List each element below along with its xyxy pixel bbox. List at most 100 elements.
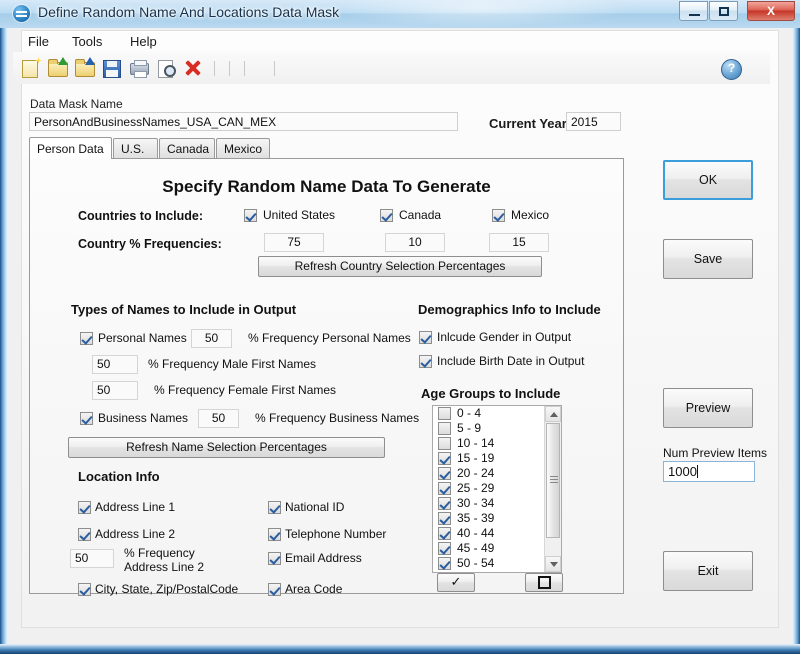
menu-item-tools[interactable]: Tools — [65, 32, 109, 51]
tab-canada[interactable]: Canada — [159, 138, 215, 159]
save-as-folder-icon[interactable] — [75, 57, 95, 77]
age-group-checkbox[interactable] — [438, 497, 451, 510]
minimize-button[interactable] — [679, 1, 708, 21]
list-item[interactable]: 40 - 44 — [433, 526, 561, 541]
age-group-checkbox[interactable] — [438, 467, 451, 480]
list-item[interactable]: 50 - 54 — [433, 556, 561, 571]
new-document-icon[interactable] — [21, 57, 42, 78]
country-pct-mexico[interactable]: 15 — [489, 233, 549, 252]
age-group-label: 20 - 24 — [457, 466, 495, 480]
list-item[interactable]: 45 - 49 — [433, 541, 561, 556]
num-preview-items-input[interactable]: 1000 — [663, 461, 755, 482]
preview-button[interactable]: Preview — [663, 388, 753, 428]
print-icon[interactable] — [129, 59, 149, 78]
refresh-country-percentages-button[interactable]: Refresh Country Selection Percentages — [258, 256, 542, 277]
location-info-heading: Location Info — [78, 469, 160, 484]
countries-to-include-label: Countries to Include: — [78, 209, 203, 223]
checkbox-united-states-label: United States — [263, 208, 336, 222]
refresh-name-percentages-button[interactable]: Refresh Name Selection Percentages — [68, 437, 385, 458]
current-year-input[interactable]: 2015 — [566, 112, 621, 131]
delete-icon[interactable] — [183, 59, 202, 77]
print-preview-icon[interactable] — [156, 59, 176, 78]
maximize-button[interactable] — [709, 1, 738, 21]
checkbox-email-address[interactable] — [268, 552, 281, 565]
age-group-label: 35 - 39 — [457, 511, 495, 525]
age-group-checkbox[interactable] — [438, 422, 451, 435]
list-item[interactable]: 5 - 9 — [433, 421, 561, 436]
age-group-checkbox[interactable] — [438, 437, 451, 450]
save-button[interactable]: Save — [663, 239, 753, 279]
list-item[interactable]: 10 - 14 — [433, 436, 561, 451]
female-first-names-pct-label: % Frequency Female First Names — [154, 383, 337, 397]
checkbox-business-names[interactable] — [80, 412, 93, 425]
exit-button[interactable]: Exit — [663, 551, 753, 591]
age-group-checkbox[interactable] — [438, 542, 451, 555]
list-item[interactable]: 20 - 24 — [433, 466, 561, 481]
age-group-checkbox[interactable] — [438, 557, 451, 570]
list-item[interactable]: 30 - 34 — [433, 496, 561, 511]
window-frame-right — [792, 0, 800, 654]
age-group-label: 40 - 44 — [457, 526, 495, 540]
age-group-checkbox[interactable] — [438, 407, 451, 420]
close-button[interactable]: X — [747, 1, 795, 21]
maximize-icon — [719, 7, 729, 16]
tab-us[interactable]: U.S. — [113, 138, 158, 159]
age-group-checkbox[interactable] — [438, 527, 451, 540]
age-group-label: 15 - 19 — [457, 451, 495, 465]
open-folder-icon[interactable] — [48, 57, 68, 77]
checkbox-include-birth-date-label: Include Birth Date in Output — [437, 354, 585, 368]
menu-item-file[interactable]: File — [21, 32, 56, 51]
checkbox-area-code[interactable] — [268, 583, 281, 596]
list-item[interactable]: 0 - 4 — [433, 406, 561, 421]
checkbox-include-birth-date[interactable] — [419, 355, 432, 368]
female-first-names-pct-input[interactable]: 50 — [92, 381, 138, 400]
deselect-all-age-groups-button[interactable] — [525, 573, 563, 592]
list-item[interactable]: 15 - 19 — [433, 451, 561, 466]
demographics-heading: Demographics Info to Include — [418, 302, 601, 317]
save-floppy-icon[interactable] — [102, 59, 121, 78]
checkbox-address-line-1[interactable] — [78, 501, 91, 514]
ok-button[interactable]: OK — [663, 160, 753, 200]
checkbox-personal-names[interactable] — [80, 332, 93, 345]
country-pct-canada[interactable]: 10 — [385, 233, 445, 252]
age-group-checkbox[interactable] — [438, 482, 451, 495]
age-group-checkbox[interactable] — [438, 512, 451, 525]
data-mask-name-input[interactable]: PersonAndBusinessNames_USA_CAN_MEX — [29, 112, 458, 131]
toolbar-separator — [214, 61, 215, 76]
tab-mexico[interactable]: Mexico — [216, 138, 270, 159]
personal-names-pct-label: % Frequency Personal Names — [248, 331, 411, 345]
list-item[interactable]: 35 - 39 — [433, 511, 561, 526]
age-group-checkbox[interactable] — [438, 452, 451, 465]
checkbox-include-gender[interactable] — [419, 331, 432, 344]
help-icon[interactable]: ? — [721, 59, 742, 80]
checkbox-include-gender-label: Inlcude Gender in Output — [437, 330, 572, 344]
personal-names-pct-input[interactable]: 50 — [191, 329, 232, 348]
country-pct-us[interactable]: 75 — [264, 233, 324, 252]
select-all-age-groups-button[interactable]: ✓ — [437, 573, 475, 592]
title-bar[interactable]: Define Random Name And Locations Data Ma… — [0, 0, 800, 28]
scrollbar-thumb[interactable] — [546, 423, 560, 538]
checkbox-national-id[interactable] — [268, 501, 281, 514]
toolbar-separator — [274, 61, 275, 76]
checkbox-city-state-zip[interactable] — [78, 583, 91, 596]
checkbox-address-line-2[interactable] — [78, 528, 91, 541]
checkbox-united-states[interactable] — [244, 209, 257, 222]
tab-person-data[interactable]: Person Data — [29, 137, 112, 159]
checkbox-canada[interactable] — [380, 209, 393, 222]
business-names-pct-label: % Frequency Business Names — [255, 411, 420, 425]
toolbar-separator — [244, 61, 245, 76]
male-first-names-pct-label: % Frequency Male First Names — [148, 357, 317, 371]
age-groups-listbox[interactable]: 0 - 4 5 - 9 10 - 14 15 - 19 20 - 24 25 -… — [432, 405, 562, 573]
male-first-names-pct-input[interactable]: 50 — [92, 355, 138, 374]
scroll-down-arrow-icon[interactable] — [545, 556, 561, 572]
scroll-up-arrow-icon[interactable] — [545, 406, 561, 422]
business-names-pct-input[interactable]: 50 — [198, 409, 239, 428]
checkbox-telephone-number[interactable] — [268, 528, 281, 541]
num-preview-items-value: 1000 — [668, 464, 697, 479]
checkbox-mexico[interactable] — [492, 209, 505, 222]
age-groups-scrollbar[interactable] — [544, 406, 561, 572]
address-line-2-pct-input[interactable]: 50 — [70, 549, 114, 568]
menu-item-help[interactable]: Help — [123, 32, 164, 51]
age-groups-heading: Age Groups to Include — [421, 386, 561, 401]
list-item[interactable]: 25 - 29 — [433, 481, 561, 496]
